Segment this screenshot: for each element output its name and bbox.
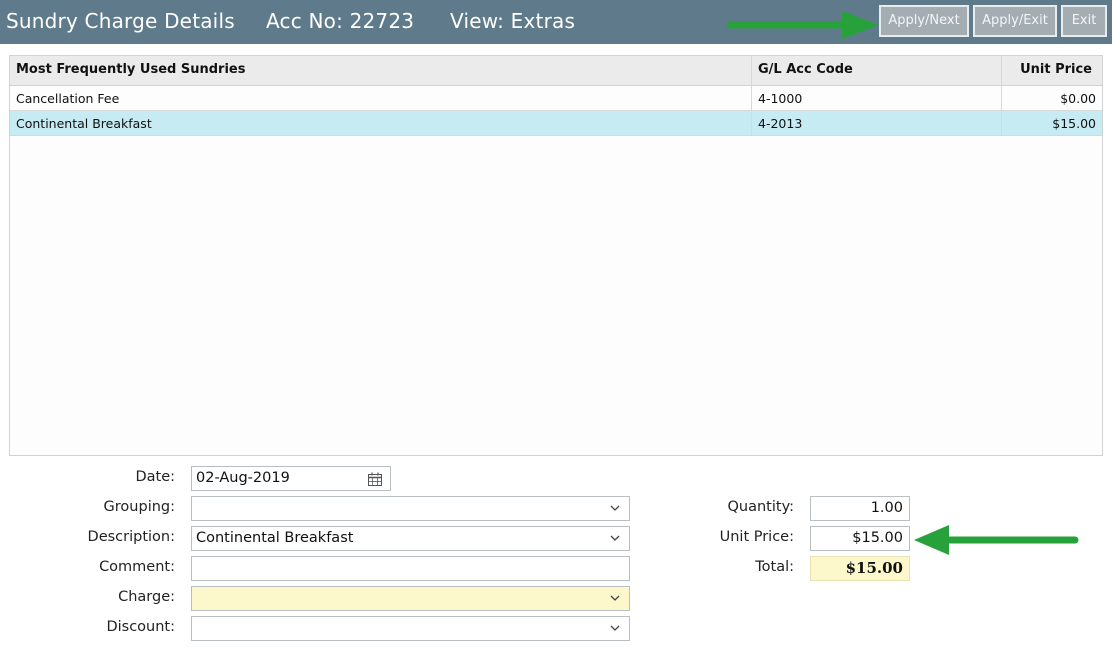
table-row[interactable]: Continental Breakfast 4-2013 $15.00 (10, 111, 1102, 136)
chevron-down-icon (610, 625, 620, 631)
apply-exit-button[interactable]: Apply/Exit (973, 5, 1057, 37)
chevron-down-icon (610, 505, 620, 511)
title-bar: Sundry Charge Details Acc No: 22723 View… (0, 0, 1112, 44)
page-title: Sundry Charge Details (6, 9, 235, 33)
unit-price-label: Unit Price: (719, 529, 794, 545)
description-label: Description: (87, 529, 175, 545)
column-divider (751, 56, 752, 136)
charge-label: Charge: (118, 589, 175, 605)
row-sundry-name: Continental Breakfast (16, 116, 152, 131)
quantity-label: Quantity: (727, 499, 795, 515)
row-unit-price: $15.00 (1052, 116, 1096, 131)
table-header: Most Frequently Used Sundries G/L Acc Co… (10, 56, 1102, 86)
row-sundry-name: Cancellation Fee (16, 91, 120, 106)
date-value: 02-Aug-2019 (196, 470, 290, 486)
column-header-unit-price[interactable]: Unit Price (1020, 56, 1092, 86)
table-row[interactable]: Cancellation Fee 4-1000 $0.00 (10, 86, 1102, 111)
charge-select[interactable] (191, 586, 630, 611)
comment-input[interactable] (191, 556, 630, 581)
date-field[interactable]: 02-Aug-2019 (191, 466, 391, 491)
total-value: $15.00 (810, 556, 910, 581)
description-select[interactable]: Continental Breakfast (191, 526, 630, 551)
annotation-arrow (914, 525, 1079, 555)
discount-select[interactable] (191, 616, 630, 641)
row-unit-price: $0.00 (1060, 91, 1096, 106)
quantity-input[interactable]: 1.00 (810, 496, 910, 521)
comment-label: Comment: (99, 559, 175, 575)
row-gl-code: 4-1000 (758, 91, 803, 106)
grouping-label: Grouping: (103, 499, 175, 515)
date-label: Date: (135, 469, 175, 485)
column-divider (1001, 56, 1002, 136)
calendar-icon[interactable] (368, 472, 382, 486)
column-header-sundries[interactable]: Most Frequently Used Sundries (16, 56, 245, 86)
view-label: View: Extras (450, 9, 576, 33)
total-label: Total: (755, 559, 794, 575)
description-value: Continental Breakfast (196, 530, 354, 546)
column-header-gl-code[interactable]: G/L Acc Code (758, 56, 853, 86)
chevron-down-icon (610, 595, 620, 601)
apply-next-button[interactable]: Apply/Next (879, 5, 969, 37)
grouping-select[interactable] (191, 496, 630, 521)
annotation-arrow (726, 11, 879, 39)
chevron-down-icon (610, 535, 620, 541)
discount-label: Discount: (106, 619, 175, 635)
account-number: Acc No: 22723 (266, 9, 415, 33)
exit-button[interactable]: Exit (1061, 5, 1107, 37)
row-gl-code: 4-2013 (758, 116, 803, 131)
sundries-table: Most Frequently Used Sundries G/L Acc Co… (9, 55, 1103, 456)
unit-price-input[interactable]: $15.00 (810, 526, 910, 551)
